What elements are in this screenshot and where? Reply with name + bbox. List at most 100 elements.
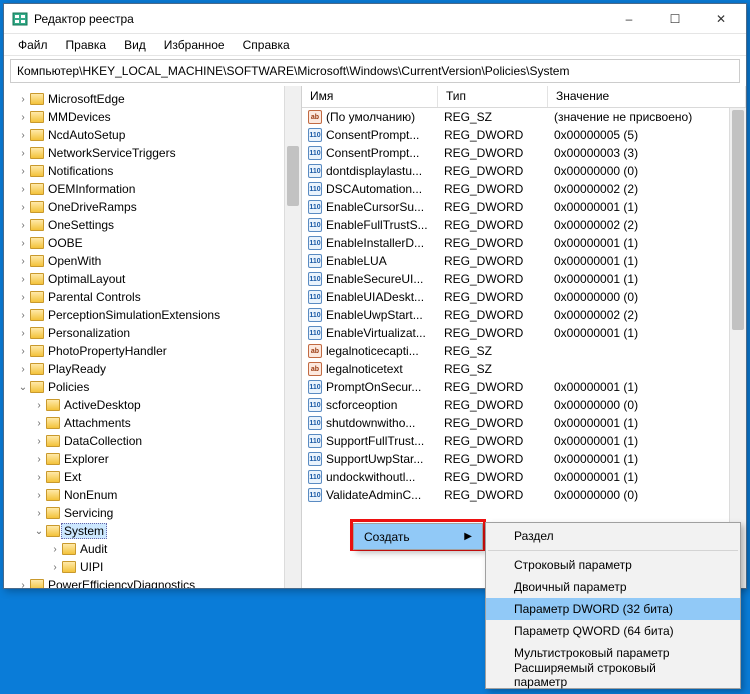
tree-item[interactable]: ›OpenWith <box>4 252 301 270</box>
ctx-new-key[interactable]: Раздел <box>486 525 740 547</box>
expand-icon[interactable]: › <box>18 238 28 249</box>
expand-icon[interactable]: › <box>18 346 28 357</box>
minimize-button[interactable]: – <box>606 4 652 33</box>
tree-item[interactable]: ›Servicing <box>4 504 301 522</box>
value-row[interactable]: 110ConsentPrompt...REG_DWORD0x00000005 (… <box>302 126 746 144</box>
expand-icon[interactable]: › <box>50 544 60 555</box>
expand-icon[interactable]: › <box>34 418 44 429</box>
value-row[interactable]: 110EnableCursorSu...REG_DWORD0x00000001 … <box>302 198 746 216</box>
tree-item[interactable]: ›PowerEfficiencyDiagnostics <box>4 576 301 588</box>
tree-item[interactable]: ›MMDevices <box>4 108 301 126</box>
expand-icon[interactable]: › <box>50 562 60 573</box>
value-row[interactable]: 110PromptOnSecur...REG_DWORD0x00000001 (… <box>302 378 746 396</box>
menu-favorites[interactable]: Избранное <box>156 36 233 54</box>
col-name[interactable]: Имя <box>302 86 438 107</box>
tree-item[interactable]: ›Explorer <box>4 450 301 468</box>
tree-item[interactable]: ›NcdAutoSetup <box>4 126 301 144</box>
tree-item[interactable]: ›Audit <box>4 540 301 558</box>
expand-icon[interactable]: › <box>18 94 28 105</box>
tree-item[interactable]: ›DataCollection <box>4 432 301 450</box>
tree-item[interactable]: ›Parental Controls <box>4 288 301 306</box>
value-row[interactable]: 110EnableUwpStart...REG_DWORD0x00000002 … <box>302 306 746 324</box>
value-row[interactable]: 110scforceoptionREG_DWORD0x00000000 (0) <box>302 396 746 414</box>
value-row[interactable]: 110EnableVirtualizat...REG_DWORD0x000000… <box>302 324 746 342</box>
ctx-new-qword[interactable]: Параметр QWORD (64 бита) <box>486 620 740 642</box>
value-row[interactable]: 110EnableFullTrustS...REG_DWORD0x0000000… <box>302 216 746 234</box>
value-row[interactable]: 110DSCAutomation...REG_DWORD0x00000002 (… <box>302 180 746 198</box>
value-row[interactable]: 110EnableInstallerD...REG_DWORD0x0000000… <box>302 234 746 252</box>
tree-item[interactable]: ›UIPI <box>4 558 301 576</box>
expand-icon[interactable]: › <box>18 274 28 285</box>
ctx-new-expandstring[interactable]: Расширяемый строковый параметр <box>486 664 740 686</box>
expand-icon[interactable]: › <box>18 112 28 123</box>
tree-item[interactable]: ›Notifications <box>4 162 301 180</box>
context-submenu[interactable]: Раздел Строковый параметр Двоичный парам… <box>485 522 741 689</box>
tree-scroll-thumb[interactable] <box>287 146 299 206</box>
tree-item[interactable]: ›NonEnum <box>4 486 301 504</box>
expand-icon[interactable]: › <box>34 490 44 501</box>
ctx-create[interactable]: Создать ▶ <box>354 524 482 549</box>
tree-item[interactable]: ›ActiveDesktop <box>4 396 301 414</box>
address-bar[interactable]: Компьютер\HKEY_LOCAL_MACHINE\SOFTWARE\Mi… <box>10 59 740 83</box>
tree-item[interactable]: ⌄System <box>4 522 301 540</box>
tree-item[interactable]: ›OEMInformation <box>4 180 301 198</box>
tree-item[interactable]: ⌄Policies <box>4 378 301 396</box>
list-body[interactable]: ab(По умолчанию)REG_SZ(значение не присв… <box>302 108 746 588</box>
expand-icon[interactable]: › <box>34 454 44 465</box>
expand-icon[interactable]: › <box>18 148 28 159</box>
value-row[interactable]: ablegalnoticecapti...REG_SZ <box>302 342 746 360</box>
tree-item[interactable]: ›NetworkServiceTriggers <box>4 144 301 162</box>
value-row[interactable]: 110EnableUIADeskt...REG_DWORD0x00000000 … <box>302 288 746 306</box>
value-row[interactable]: 110ConsentPrompt...REG_DWORD0x00000003 (… <box>302 144 746 162</box>
tree-item[interactable]: ›PlayReady <box>4 360 301 378</box>
value-row[interactable]: 110shutdownwitho...REG_DWORD0x00000001 (… <box>302 414 746 432</box>
col-value[interactable]: Значение <box>548 86 746 107</box>
menu-file[interactable]: Файл <box>10 36 56 54</box>
tree-item[interactable]: ›PerceptionSimulationExtensions <box>4 306 301 324</box>
expand-icon[interactable]: › <box>18 310 28 321</box>
expand-icon[interactable]: › <box>34 472 44 483</box>
tree-item[interactable]: ›OOBE <box>4 234 301 252</box>
expand-icon[interactable]: › <box>18 202 28 213</box>
expand-icon[interactable]: › <box>18 364 28 375</box>
tree-item[interactable]: ›OneSettings <box>4 216 301 234</box>
value-row[interactable]: 110dontdisplaylastu...REG_DWORD0x0000000… <box>302 162 746 180</box>
value-row[interactable]: ablegalnoticetextREG_SZ <box>302 360 746 378</box>
value-row[interactable]: 110undockwithoutl...REG_DWORD0x00000001 … <box>302 468 746 486</box>
tree-item[interactable]: ›Personalization <box>4 324 301 342</box>
ctx-new-binary[interactable]: Двоичный параметр <box>486 576 740 598</box>
ctx-new-dword[interactable]: Параметр DWORD (32 бита) <box>486 598 740 620</box>
expand-icon[interactable]: › <box>18 580 28 589</box>
expand-icon[interactable]: › <box>18 166 28 177</box>
close-button[interactable]: ✕ <box>698 4 744 33</box>
list-scroll-thumb[interactable] <box>732 110 744 330</box>
tree-item[interactable]: ›OneDriveRamps <box>4 198 301 216</box>
key-tree[interactable]: ›MicrosoftEdge›MMDevices›NcdAutoSetup›Ne… <box>4 86 302 588</box>
value-row[interactable]: 110SupportUwpStar...REG_DWORD0x00000001 … <box>302 450 746 468</box>
expand-icon[interactable]: ⌄ <box>34 526 44 537</box>
expand-icon[interactable]: › <box>34 508 44 519</box>
expand-icon[interactable]: › <box>18 328 28 339</box>
value-row[interactable]: 110EnableLUAREG_DWORD0x00000001 (1) <box>302 252 746 270</box>
tree-scrollbar[interactable] <box>284 86 301 588</box>
value-row[interactable]: 110ValidateAdminC...REG_DWORD0x00000000 … <box>302 486 746 504</box>
expand-icon[interactable]: › <box>34 400 44 411</box>
value-row[interactable]: 110EnableSecureUI...REG_DWORD0x00000001 … <box>302 270 746 288</box>
expand-icon[interactable]: › <box>18 130 28 141</box>
list-scrollbar[interactable] <box>729 108 746 588</box>
menu-edit[interactable]: Правка <box>58 36 115 54</box>
maximize-button[interactable]: ☐ <box>652 4 698 33</box>
tree-item[interactable]: ›OptimalLayout <box>4 270 301 288</box>
expand-icon[interactable]: ⌄ <box>18 382 28 393</box>
expand-icon[interactable]: › <box>18 220 28 231</box>
tree-item[interactable]: ›PhotoPropertyHandler <box>4 342 301 360</box>
menu-help[interactable]: Справка <box>235 36 298 54</box>
tree-item[interactable]: ›Attachments <box>4 414 301 432</box>
context-menu[interactable]: Создать ▶ <box>353 523 483 550</box>
tree-item[interactable]: ›MicrosoftEdge <box>4 90 301 108</box>
col-type[interactable]: Тип <box>438 86 548 107</box>
expand-icon[interactable]: › <box>34 436 44 447</box>
expand-icon[interactable]: › <box>18 184 28 195</box>
titlebar[interactable]: Редактор реестра – ☐ ✕ <box>4 4 746 34</box>
ctx-new-string[interactable]: Строковый параметр <box>486 554 740 576</box>
